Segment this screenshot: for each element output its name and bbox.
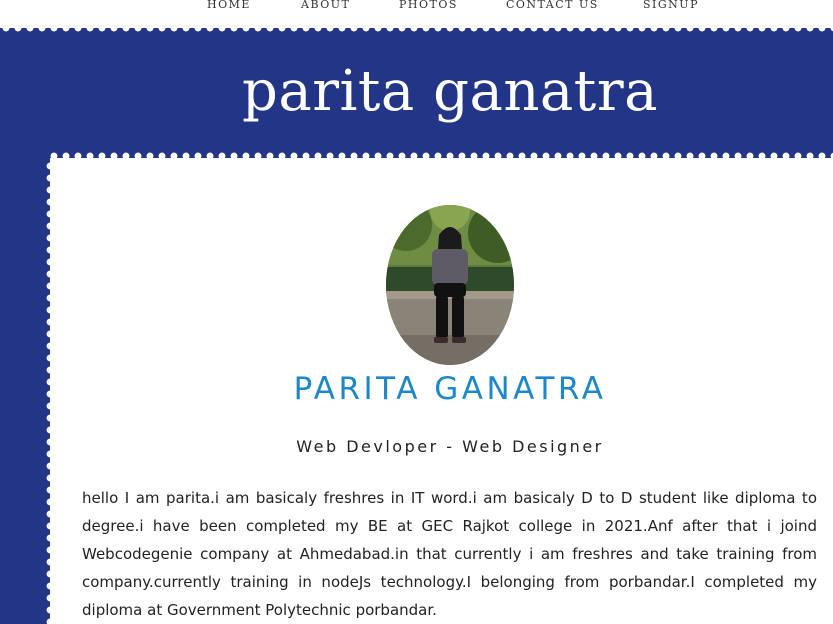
nav-link-home[interactable]: HOME: [207, 0, 251, 11]
site-title: parita ganatra: [242, 59, 658, 124]
profile-name: PARITA GANATRA: [293, 371, 607, 407]
profile-photo-image: [386, 205, 514, 365]
profile-role: Web Devloper - Web Designer: [296, 437, 604, 456]
profile-bio: hello I am parita.i am basicaly freshres…: [82, 489, 817, 619]
nav-link-signup[interactable]: SIGNUP: [643, 0, 699, 11]
band-scalloped-edge: [0, 22, 833, 34]
nav-link-about[interactable]: ABOUT: [301, 0, 350, 11]
nav-link-photos[interactable]: PHOTOS: [399, 0, 458, 11]
nav-link-contact-us[interactable]: CONTACT US: [506, 0, 599, 11]
card-scalloped-top-edge: [48, 150, 833, 162]
profile-photo: [386, 205, 514, 365]
